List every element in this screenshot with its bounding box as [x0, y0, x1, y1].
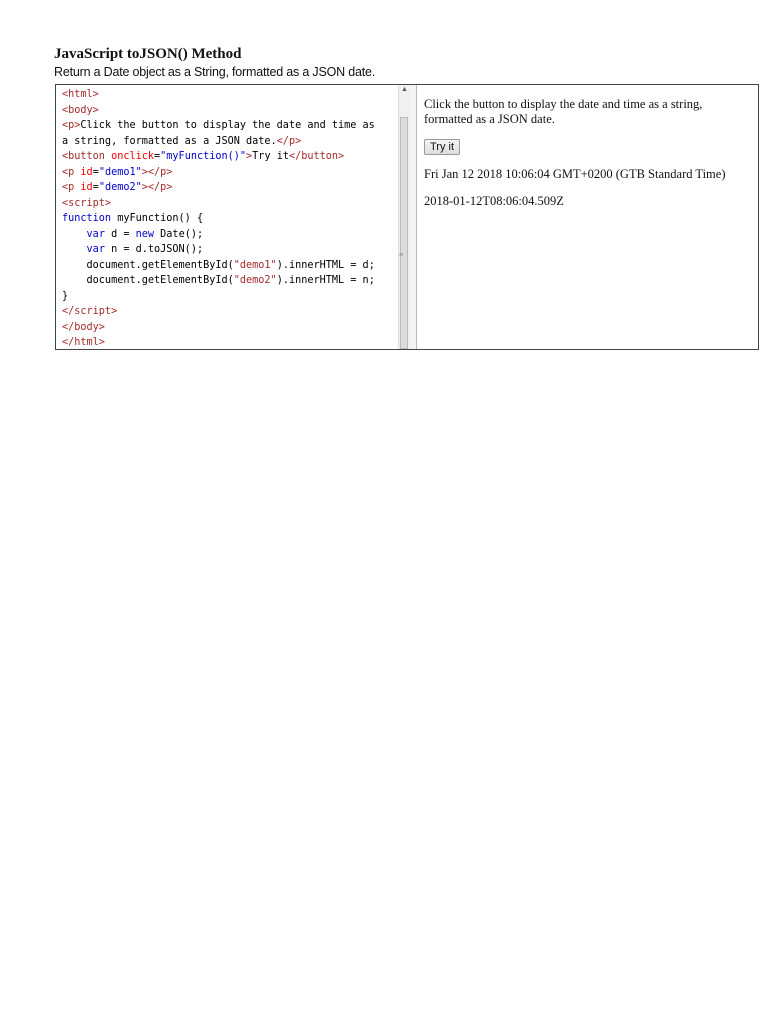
code-token-val: "demo1" — [98, 166, 142, 178]
result-paragraph: Click the button to display the date and… — [424, 97, 703, 126]
code-token-tag: </body> — [62, 321, 105, 333]
code-line: document.getElementById("demo2").innerHT… — [62, 273, 398, 289]
code-token-attr: onclick — [111, 151, 155, 162]
code-line: document.getElementById("demo1").innerHT… — [62, 258, 398, 274]
code-token-tag: <html> — [62, 89, 99, 100]
code-token-tag: ></p> — [141, 166, 173, 178]
code-token-tag: <button — [62, 151, 112, 162]
page-title: JavaScript toJSON() Method — [54, 46, 242, 62]
code-token-val: "demo2" — [98, 182, 142, 193]
code-token-txt: myFunction() { — [111, 213, 204, 224]
code-line: } — [62, 289, 398, 305]
code-token-tag: <p — [62, 182, 81, 193]
code-token-val: "myFunction()" — [160, 151, 247, 162]
code-line: <button onclick="myFunction()">Try it</b… — [62, 149, 398, 165]
code-token-tag: </button> — [288, 151, 345, 162]
code-token-kw: var — [86, 228, 105, 240]
demo1-output: Fri Jan 12 2018 10:06:04 GMT+0200 (GTB S… — [424, 167, 726, 181]
code-line: a string, formatted as a JSON date.</p> — [62, 134, 398, 150]
code-token-tag: </script> — [62, 306, 118, 317]
code-line: <body> — [62, 103, 398, 119]
code-token-txt: } — [62, 290, 69, 302]
code-token-txt: ).innerHTML = d; — [276, 259, 375, 271]
tryit-editor: <html> <body> <p>Click the button to displ… — [55, 84, 759, 350]
code-token-tag: <script> — [62, 197, 112, 209]
code-line: <p>Click the button to display the date … — [62, 118, 398, 134]
code-token-txt: ).innerHTML = n; — [276, 275, 375, 286]
pane-splitter[interactable] — [410, 85, 417, 349]
code-line: </script> — [62, 304, 398, 320]
code-token-txt: Click the button to display the date and… — [80, 120, 375, 131]
code-token-txt: Try it — [252, 151, 289, 162]
code-line: var d = new Date(); — [62, 227, 398, 243]
page-subtitle: Return a Date object as a String, format… — [54, 65, 376, 79]
code-token-txt: Date(); — [154, 228, 204, 240]
code-line: <p id="demo1"></p> — [62, 165, 398, 181]
code-token-tag: </p> — [276, 135, 302, 147]
demo2-output: 2018-01-12T08:06:04.509Z — [424, 194, 564, 208]
code-line: function myFunction() { — [62, 211, 398, 227]
code-line: <html> — [62, 87, 398, 103]
code-line: <p id="demo2"></p> — [62, 180, 398, 196]
code-scrollbar[interactable]: ▲ — [398, 85, 410, 349]
code-token-attr: id — [80, 182, 93, 193]
code-token-txt: d = — [104, 228, 136, 240]
code-token-kw: var — [86, 244, 105, 255]
code-token-kw: function — [62, 213, 112, 224]
scrollbar-thumb[interactable] — [400, 117, 408, 349]
code-line: </body> — [62, 320, 398, 336]
code-token-attr: id — [80, 166, 93, 178]
scroll-up-arrow-icon[interactable]: ▲ — [401, 85, 408, 93]
splitter-grip-icon[interactable]: ≡ — [399, 250, 404, 259]
code-token-tag: </html> — [62, 337, 105, 348]
code-token-str: "demo1" — [233, 259, 277, 271]
result-pane: Click the button to display the date and… — [424, 97, 754, 221]
code-line: <script> — [62, 196, 398, 212]
code-token-tag: ></p> — [141, 182, 173, 193]
code-token-str: "demo2" — [233, 275, 277, 286]
code-token-txt: n = d.toJSON(); — [104, 244, 204, 255]
code-token-tag: <p — [62, 166, 81, 178]
code-token-txt: document.getElementById( — [62, 275, 234, 286]
code-token-txt: document.getElementById( — [62, 259, 234, 271]
code-line: var n = d.toJSON(); — [62, 242, 398, 258]
code-token-txt: a string, formatted as a JSON date. — [62, 135, 277, 147]
code-line: </html> — [62, 335, 398, 351]
code-token-tag: <body> — [62, 104, 99, 116]
code-token-kw: new — [135, 228, 155, 240]
code-token-tag: <p> — [62, 120, 81, 131]
code-editor[interactable]: <html> <body> <p>Click the button to displ… — [62, 87, 398, 351]
try-it-button[interactable]: Try it — [424, 139, 461, 155]
